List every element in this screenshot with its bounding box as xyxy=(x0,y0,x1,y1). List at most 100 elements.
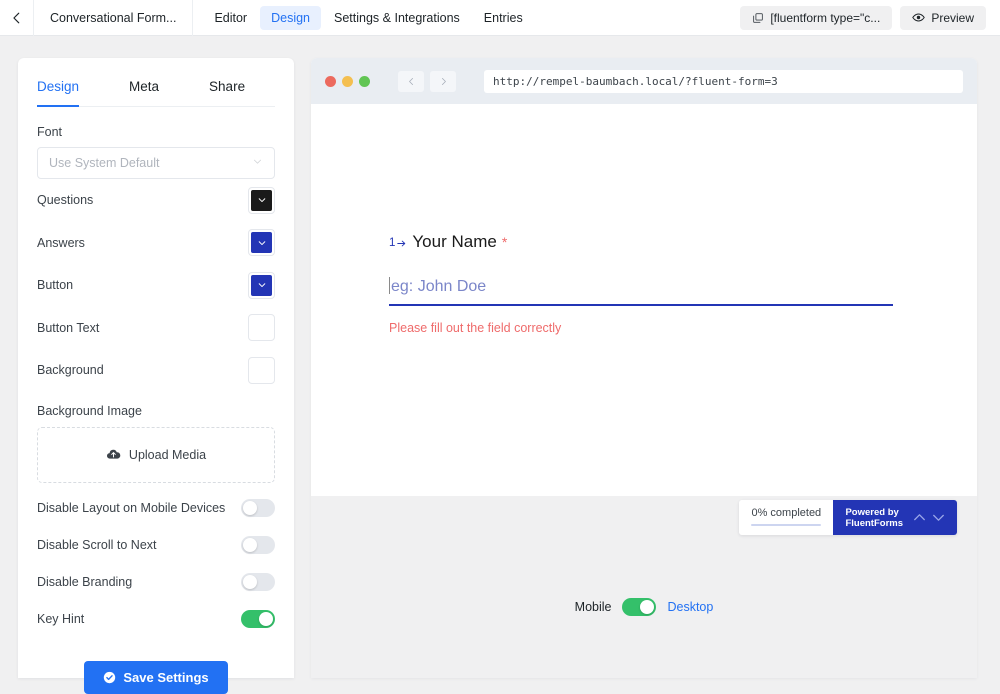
chevron-right-icon xyxy=(439,77,448,86)
chevron-down-icon xyxy=(257,195,267,205)
device-label-mobile[interactable]: Mobile xyxy=(575,600,612,614)
chevron-down-icon[interactable] xyxy=(930,509,947,526)
font-label: Font xyxy=(37,125,275,139)
save-button-wrap: Save Settings xyxy=(37,661,275,694)
toggle-knob xyxy=(243,538,257,552)
tab-design[interactable]: Design xyxy=(260,6,321,30)
maximize-dot-icon[interactable] xyxy=(359,76,370,87)
save-settings-label: Save Settings xyxy=(123,670,208,685)
color-label-button: Button xyxy=(37,278,73,292)
chevron-down-icon xyxy=(257,280,267,290)
eye-icon xyxy=(912,11,925,24)
progress-track xyxy=(751,524,821,526)
answer-input[interactable]: eg: John Doe xyxy=(389,274,893,306)
sidebar-tab-meta[interactable]: Meta xyxy=(129,65,159,107)
browser-nav-buttons xyxy=(398,71,456,92)
question-line: 1 Your Name * xyxy=(389,232,977,252)
color-label-background: Background xyxy=(37,363,104,377)
app-header: Conversational Form... Editor Design Set… xyxy=(0,0,1000,36)
browser-forward-button[interactable] xyxy=(430,71,456,92)
color-row-button-text: Button Text xyxy=(37,307,275,350)
color-row-background: Background xyxy=(37,349,275,392)
swatch-fill xyxy=(251,232,272,253)
main-nav-tabs: Editor Design Settings & Integrations En… xyxy=(203,0,533,36)
progress-indicator: 0% completed xyxy=(739,500,833,535)
color-swatch-questions[interactable] xyxy=(248,187,275,214)
toggle-row-key-hint: Key Hint xyxy=(37,607,275,631)
progress-text: 0% completed xyxy=(751,507,821,519)
toggle-row-disable-layout-mobile: Disable Layout on Mobile Devices xyxy=(37,496,275,520)
sidebar-tab-share[interactable]: Share xyxy=(209,65,245,107)
tab-entries[interactable]: Entries xyxy=(473,6,534,30)
font-select[interactable]: Use System Default xyxy=(37,147,275,179)
powered-by-text: Powered by FluentForms xyxy=(845,507,903,529)
color-swatch-background[interactable] xyxy=(248,357,275,384)
toggle-label-key-hint: Key Hint xyxy=(37,612,84,626)
toggle-disable-scroll-to-next[interactable] xyxy=(241,536,275,554)
swatch-fill xyxy=(251,360,272,381)
tab-settings-integrations[interactable]: Settings & Integrations xyxy=(323,6,471,30)
arrow-right-icon xyxy=(396,238,407,249)
powered-line-2: FluentForms xyxy=(845,518,903,529)
back-button[interactable] xyxy=(0,0,34,36)
toggle-row-disable-scroll-to-next: Disable Scroll to Next xyxy=(37,533,275,557)
answer-field-wrap: eg: John Doe Please fill out the field c… xyxy=(389,274,893,335)
header-actions: [fluentform type="c... Preview xyxy=(740,6,1000,30)
conversational-form-canvas: 1 Your Name * eg: John Doe Please fill o… xyxy=(311,104,977,496)
powered-line-1: Powered by xyxy=(845,507,898,518)
chevron-left-icon xyxy=(10,11,24,25)
form-preview-panel: http://rempel-baumbach.local/?fluent-for… xyxy=(311,58,977,678)
toggle-label-disable-branding: Disable Branding xyxy=(37,575,132,589)
preview-button[interactable]: Preview xyxy=(900,6,986,30)
question-number-text: 1 xyxy=(389,237,395,249)
minimize-dot-icon[interactable] xyxy=(342,76,353,87)
shortcode-button[interactable]: [fluentform type="c... xyxy=(740,6,892,30)
color-row-button: Button xyxy=(37,264,275,307)
toggle-disable-layout-mobile[interactable] xyxy=(241,499,275,517)
color-swatch-button-text[interactable] xyxy=(248,314,275,341)
color-row-questions: Questions xyxy=(37,179,275,222)
toggle-key-hint[interactable] xyxy=(241,610,275,628)
browser-chrome-bar: http://rempel-baumbach.local/?fluent-for… xyxy=(311,58,977,104)
color-label-questions: Questions xyxy=(37,193,93,207)
swatch-fill xyxy=(251,190,272,211)
question-number: 1 xyxy=(389,237,407,249)
question-label: Your Name xyxy=(412,232,496,252)
toggle-knob xyxy=(640,600,654,614)
close-dot-icon[interactable] xyxy=(325,76,336,87)
background-image-label: Background Image xyxy=(37,404,275,418)
window-control-dots xyxy=(325,76,370,87)
chevron-left-icon xyxy=(407,77,416,86)
toggle-knob xyxy=(243,501,257,515)
required-asterisk: * xyxy=(502,234,507,250)
answer-placeholder: eg: John Doe xyxy=(391,278,486,295)
upload-media-button[interactable]: Upload Media xyxy=(37,427,275,483)
url-input[interactable]: http://rempel-baumbach.local/?fluent-for… xyxy=(484,70,963,93)
browser-back-button[interactable] xyxy=(398,71,424,92)
branding-widget: 0% completed Powered by FluentForms xyxy=(739,500,957,535)
chevron-down-icon xyxy=(257,238,267,248)
text-caret xyxy=(389,277,390,294)
save-settings-button[interactable]: Save Settings xyxy=(84,661,227,694)
powered-by-fluentforms[interactable]: Powered by FluentForms xyxy=(833,500,957,535)
nav-arrows xyxy=(911,509,947,526)
toggle-disable-branding[interactable] xyxy=(241,573,275,591)
page-title[interactable]: Conversational Form... xyxy=(34,0,193,36)
check-circle-icon xyxy=(103,671,116,684)
toggle-knob xyxy=(259,612,273,626)
tab-editor[interactable]: Editor xyxy=(203,6,258,30)
device-preview-toggle: Mobile Desktop xyxy=(311,598,977,616)
design-sidebar: Design Meta Share Font Use System Defaul… xyxy=(18,58,294,678)
copy-icon xyxy=(752,12,764,24)
device-label-desktop[interactable]: Desktop xyxy=(667,600,713,614)
color-swatch-answers[interactable] xyxy=(248,229,275,256)
sidebar-tab-design[interactable]: Design xyxy=(37,65,79,107)
sidebar-tabs: Design Meta Share xyxy=(37,64,275,107)
color-row-answers: Answers xyxy=(37,222,275,265)
toggle-row-disable-branding: Disable Branding xyxy=(37,570,275,594)
device-toggle-switch[interactable] xyxy=(622,598,656,616)
chevron-up-icon[interactable] xyxy=(911,509,928,526)
preview-label: Preview xyxy=(931,11,974,25)
color-swatch-button[interactable] xyxy=(248,272,275,299)
chevron-down-icon xyxy=(252,156,263,170)
